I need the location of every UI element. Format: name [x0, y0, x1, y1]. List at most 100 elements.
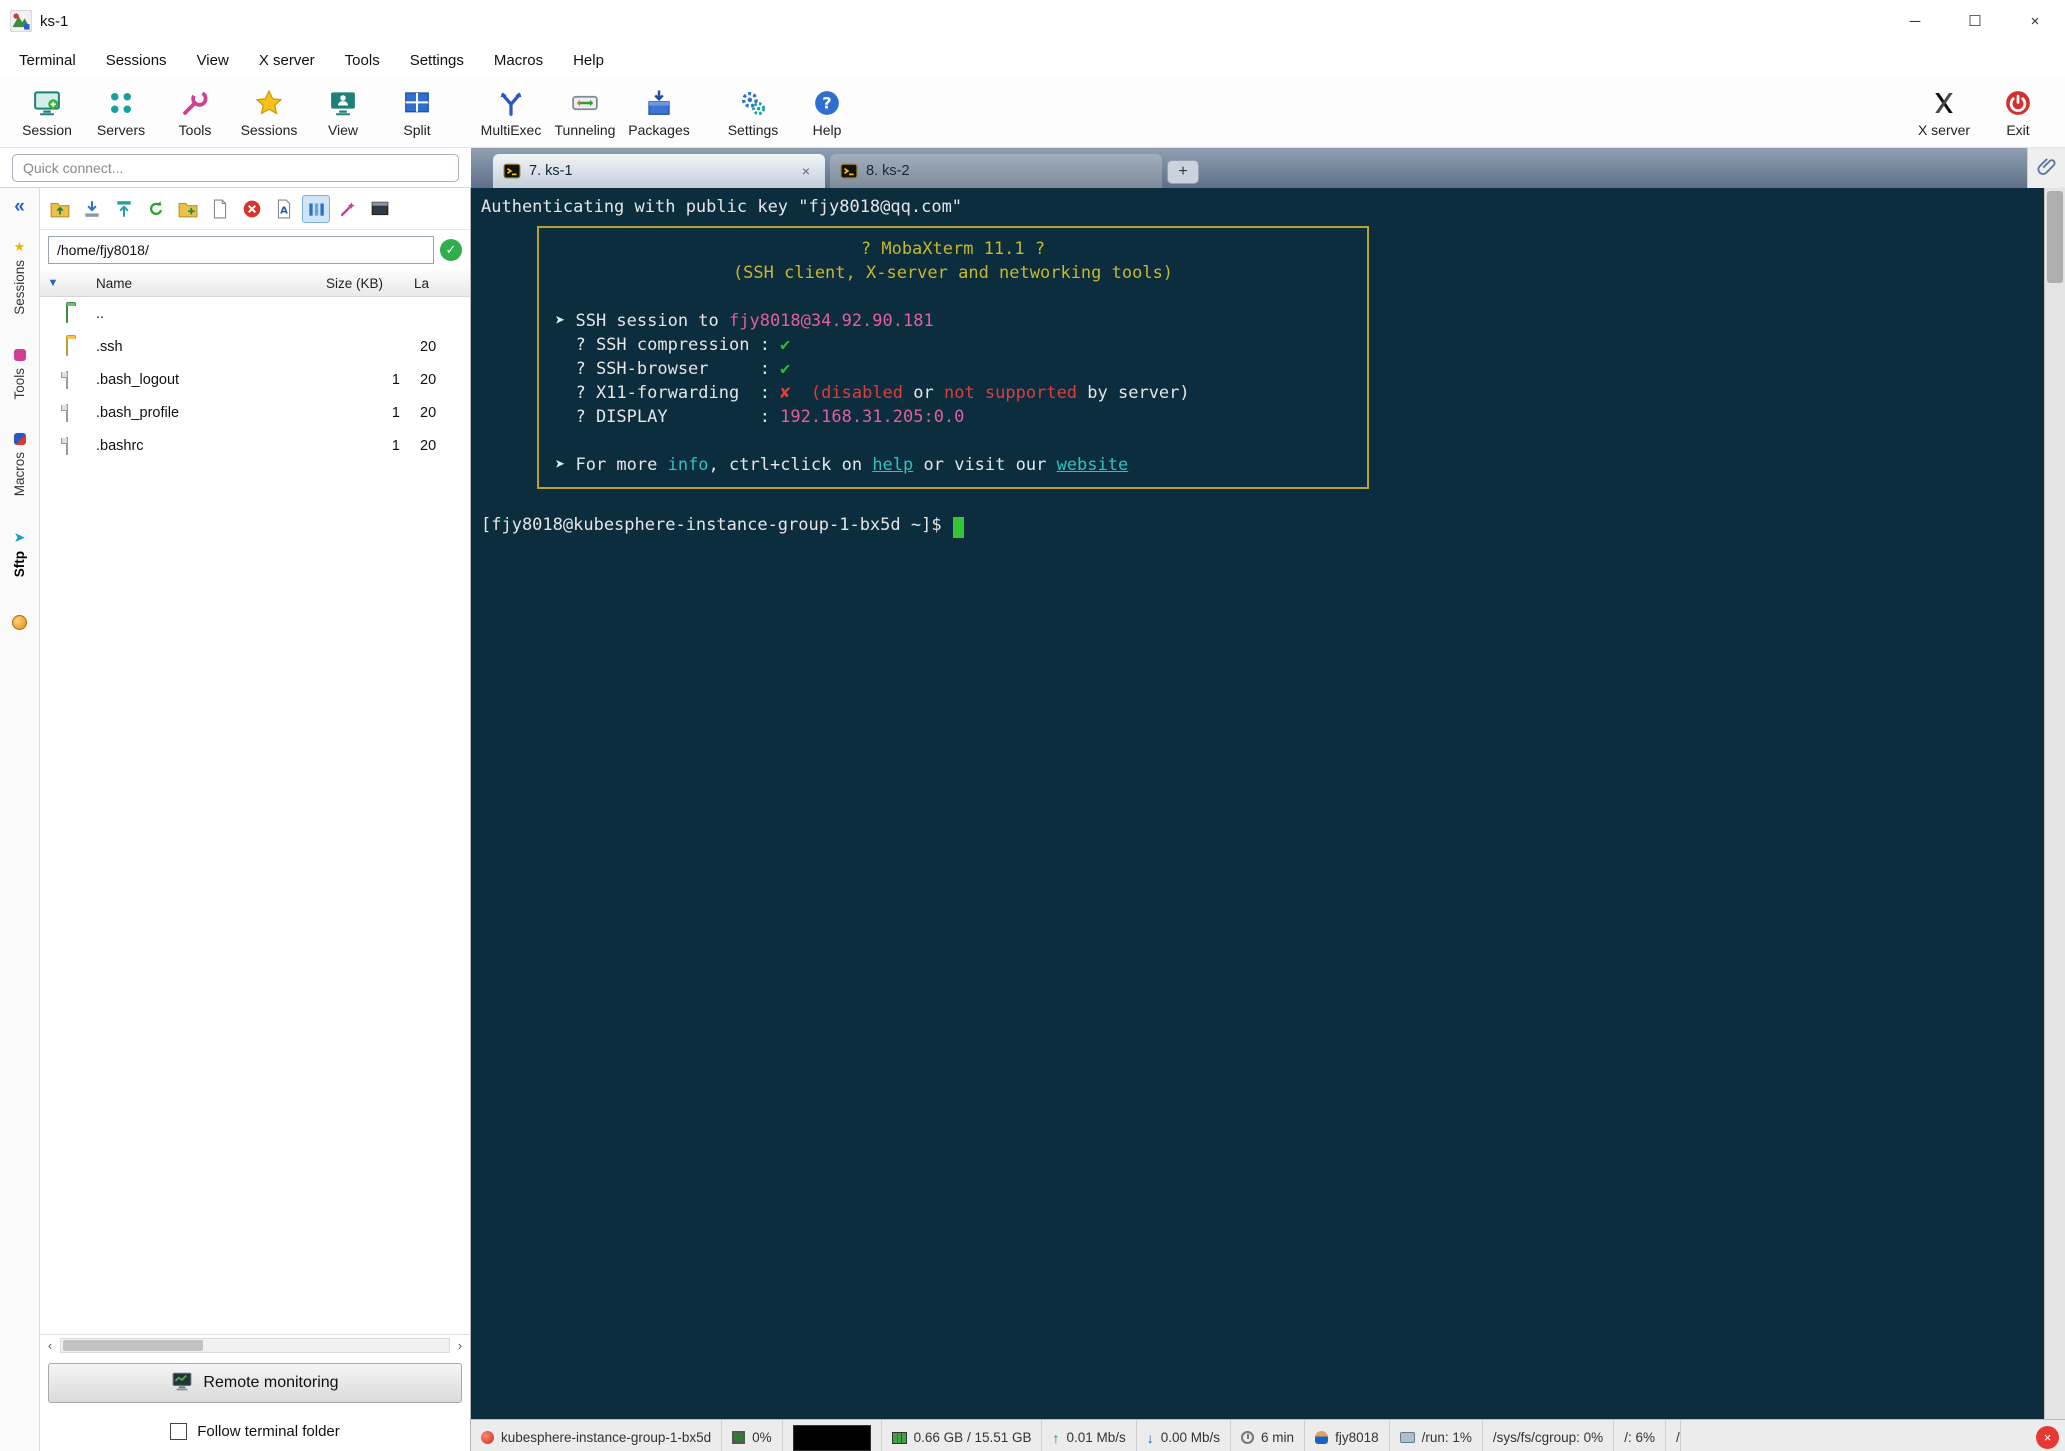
sidebar-tab-sessions[interactable]: ★ Sessions	[12, 240, 27, 315]
scroll-left-icon[interactable]: ‹	[40, 1338, 60, 1353]
menu-terminal[interactable]: Terminal	[4, 52, 91, 69]
toolbar-multiexec-button[interactable]: MultiExec	[474, 85, 548, 140]
follow-terminal-label: Follow terminal folder	[197, 1422, 340, 1440]
follow-terminal-checkbox[interactable]	[170, 1422, 188, 1440]
terminal-text: (disabled	[810, 383, 904, 403]
toolbar-view-button[interactable]: View	[306, 85, 380, 140]
toolbar-session-button[interactable]: Session	[10, 85, 84, 140]
window-controls: ─ ☐ ×	[1885, 0, 2065, 42]
menu-macros[interactable]: Macros	[479, 52, 558, 69]
minimize-button[interactable]: ─	[1885, 0, 1945, 42]
star-icon: ★	[13, 239, 26, 254]
toolbar-help-button[interactable]: ? Help	[790, 85, 864, 140]
file-icon	[66, 436, 68, 455]
column-header-last[interactable]: La	[414, 276, 470, 291]
sftp-path-input[interactable]	[48, 236, 434, 264]
file-row-ssh[interactable]: .ssh 20	[40, 330, 470, 363]
terminal-link[interactable]: help	[872, 455, 913, 475]
download-icon[interactable]	[78, 195, 106, 223]
close-button[interactable]: ×	[2005, 0, 2065, 42]
delete-icon[interactable]	[238, 195, 266, 223]
file-row-bash-profile[interactable]: .bash_profile 1 20	[40, 396, 470, 429]
terminal[interactable]: Authenticating with public key "fjy8018@…	[471, 188, 2065, 1419]
new-file-icon[interactable]	[206, 195, 234, 223]
sidebar-tab-tools[interactable]: Tools	[12, 348, 27, 399]
menu-help[interactable]: Help	[558, 52, 619, 69]
tab-ks-2[interactable]: 8. ks-2	[830, 154, 1162, 188]
menu-xserver[interactable]: X server	[244, 52, 330, 69]
column-header-name[interactable]: Name	[96, 276, 326, 291]
terminal-text: not supported	[943, 383, 1078, 403]
tree-expander-icon[interactable]: ▼	[40, 277, 66, 289]
macros-icon	[13, 433, 26, 446]
status-memory: 0.66 GB / 15.51 GB	[882, 1420, 1043, 1451]
scroll-right-icon[interactable]: ›	[450, 1338, 470, 1353]
svg-text:A: A	[280, 205, 288, 216]
file-last-modified: 20	[420, 437, 437, 454]
status-uptime-text: 6 min	[1261, 1430, 1295, 1445]
refresh-icon[interactable]	[142, 195, 170, 223]
columns-view-icon[interactable]	[302, 194, 330, 223]
sidebar-tab-macros[interactable]: Macros	[12, 433, 27, 497]
column-header-size[interactable]: Size (KB)	[326, 276, 414, 291]
file-size: 1	[391, 371, 400, 388]
terminal-text: ✔	[780, 359, 791, 379]
terminal-scrollbar-thumb[interactable]	[2047, 191, 2063, 283]
menu-tools[interactable]: Tools	[330, 52, 395, 69]
toolbar-tunneling-button[interactable]: Tunneling	[548, 85, 622, 140]
attachment-area	[2027, 148, 2065, 188]
encoding-icon[interactable]: A	[270, 195, 298, 223]
folder-up-icon[interactable]	[46, 195, 74, 223]
toolbar-sessions-button[interactable]: Sessions	[232, 85, 306, 140]
sftp-icon: ➤	[13, 528, 26, 545]
file-icon	[66, 403, 68, 422]
toolbar-split-button[interactable]: Split	[380, 85, 454, 140]
toolbar-servers-button[interactable]: Servers	[84, 85, 158, 140]
maximize-button[interactable]: ☐	[1945, 0, 2005, 42]
toolbar-xserver-button[interactable]: X server	[1907, 85, 1981, 140]
edit-wand-icon[interactable]	[334, 195, 362, 223]
file-row-bash-logout[interactable]: .bash_logout 1 20	[40, 363, 470, 396]
terminal-text: or	[903, 383, 944, 403]
toolbar-exit-button[interactable]: Exit	[1981, 85, 2055, 140]
file-row-parent[interactable]: ..	[40, 297, 470, 330]
new-tab-button[interactable]: +	[1167, 160, 1199, 184]
quick-connect-input[interactable]	[12, 153, 459, 182]
remote-monitoring-button[interactable]: Remote monitoring	[48, 1363, 462, 1403]
band: 7. ks-1 × 8. ks-2 +	[0, 148, 2065, 188]
file-row-bashrc[interactable]: .bashrc 1 20	[40, 429, 470, 462]
tab-close-icon[interactable]: ×	[797, 163, 815, 179]
upload-icon[interactable]	[110, 195, 138, 223]
menu-settings[interactable]: Settings	[395, 52, 479, 69]
clock-icon	[1241, 1431, 1255, 1444]
menu-sessions[interactable]: Sessions	[91, 52, 182, 69]
scrollbar-track[interactable]	[60, 1337, 450, 1353]
toolbar-packages-button[interactable]: Packages	[622, 85, 696, 140]
banner-subtitle: (SSH client, X-server and networking too…	[555, 261, 1351, 285]
terminal-text: 192.168.31.205:0.0	[780, 407, 965, 427]
paperclip-icon[interactable]	[2036, 155, 2058, 182]
terminal-link[interactable]: website	[1057, 455, 1129, 475]
toolbar-label: Exit	[2006, 122, 2030, 138]
toolbar-tools-button[interactable]: Tools	[158, 85, 232, 140]
terminal-sync-icon[interactable]	[366, 195, 394, 223]
svg-text:?: ?	[822, 94, 831, 113]
network-graph	[792, 1424, 871, 1451]
collapse-sidebar-icon[interactable]: «	[14, 196, 25, 218]
terminal-scrollbar[interactable]	[2044, 188, 2065, 1419]
sftp-panel: A ✓ ▼ Name Size (KB) La ..	[40, 188, 470, 1451]
scrollbar-thumb[interactable]	[63, 1339, 203, 1351]
menu-view[interactable]: View	[182, 52, 244, 69]
view-icon	[327, 87, 359, 119]
terminal-text: [fjy8018@kubesphere-instance-group-1-bx5…	[481, 515, 952, 535]
toolbar-settings-button[interactable]: Settings	[716, 85, 790, 140]
terminal-text: ➤ SSH session to	[555, 311, 729, 331]
status-close-icon[interactable]: ×	[2036, 1426, 2059, 1449]
new-folder-icon[interactable]	[174, 195, 202, 223]
session-tabbar: 7. ks-1 × 8. ks-2 +	[471, 148, 2065, 188]
status-network-graph	[783, 1420, 882, 1451]
sftp-horizontal-scrollbar[interactable]: ‹ ›	[40, 1334, 470, 1355]
sidebar-tab-sftp[interactable]: ➤ Sftp	[12, 528, 27, 577]
right-panel: Authenticating with public key "fjy8018@…	[471, 188, 2065, 1451]
tab-ks-1[interactable]: 7. ks-1 ×	[493, 154, 825, 188]
